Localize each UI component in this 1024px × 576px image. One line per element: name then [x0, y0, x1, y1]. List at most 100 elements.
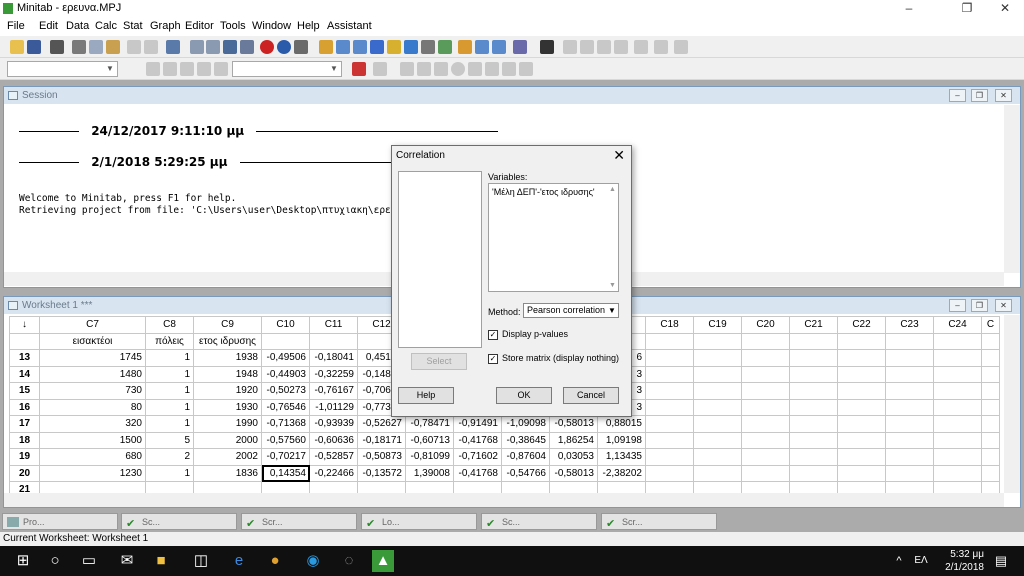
help-button[interactable]: Help — [398, 387, 454, 404]
minimize-button[interactable]: – — [886, 0, 932, 17]
data-cell[interactable]: 1480 — [39, 365, 146, 383]
data-cell[interactable] — [645, 415, 694, 433]
data-cell[interactable] — [837, 415, 886, 433]
data-cell[interactable]: 1 — [145, 365, 194, 383]
data-cell[interactable] — [789, 382, 838, 400]
print-icon[interactable] — [50, 40, 64, 54]
data-cell[interactable] — [645, 464, 694, 482]
column-name-cell[interactable] — [693, 332, 742, 350]
data-cell[interactable]: -2,38202 — [597, 464, 646, 482]
data-cell[interactable]: 1230 — [39, 464, 146, 482]
ok-button[interactable]: OK — [496, 387, 552, 404]
data-cell[interactable]: 1745 — [39, 349, 146, 367]
grid-icon[interactable] — [475, 40, 489, 54]
column-name-cell[interactable]: εισακτέοι — [39, 332, 146, 350]
menu-calc[interactable]: Calc — [95, 20, 117, 32]
data-cell[interactable] — [885, 431, 934, 449]
find-icon[interactable] — [223, 40, 237, 54]
data-cell[interactable]: -0,44903 — [261, 365, 310, 383]
data-cell[interactable] — [885, 349, 934, 367]
data-cell[interactable] — [837, 448, 886, 466]
ribbon-icon[interactable] — [458, 40, 472, 54]
data-cell[interactable] — [741, 349, 790, 367]
column-header[interactable]: C19 — [693, 316, 742, 334]
data-cell[interactable]: -0,76546 — [261, 398, 310, 416]
data-cell[interactable]: -0,58013 — [549, 464, 598, 482]
data-cell[interactable] — [645, 398, 694, 416]
column-name-cell[interactable] — [645, 332, 694, 350]
data-cell[interactable] — [789, 365, 838, 383]
data-cell[interactable]: -0,71368 — [261, 415, 310, 433]
data-cell[interactable]: 320 — [39, 415, 146, 433]
data-cell[interactable]: -0,60713 — [405, 431, 454, 449]
column-header[interactable]: C7 — [39, 316, 146, 334]
data-cell[interactable] — [837, 365, 886, 383]
column-header[interactable]: C11 — [309, 316, 358, 334]
data-cell[interactable]: 680 — [39, 448, 146, 466]
data-cell[interactable]: 1 — [145, 398, 194, 416]
column-name-cell[interactable] — [261, 332, 310, 350]
delete-icon[interactable] — [352, 62, 366, 76]
data-cell[interactable] — [645, 382, 694, 400]
data-cell[interactable]: 2002 — [193, 448, 262, 466]
row-number[interactable]: 20 — [9, 464, 40, 482]
help-icon[interactable] — [277, 40, 291, 54]
data-cell[interactable] — [693, 365, 742, 383]
worksheet-close-button[interactable]: ✕ — [995, 299, 1012, 312]
data-cell[interactable]: -0,52857 — [309, 448, 358, 466]
data-cell[interactable] — [981, 398, 1000, 416]
data-cell[interactable] — [933, 448, 982, 466]
data-cell[interactable] — [837, 349, 886, 367]
data-cell[interactable] — [981, 448, 1000, 466]
data-cell[interactable]: 2 — [145, 448, 194, 466]
column-header[interactable]: C9 — [193, 316, 262, 334]
data-cell[interactable] — [645, 349, 694, 367]
data-cell[interactable]: -0,32259 — [309, 365, 358, 383]
data-cell[interactable] — [981, 365, 1000, 383]
data-cell[interactable]: 1,39008 — [405, 464, 454, 482]
undo-icon[interactable] — [127, 40, 141, 54]
data-cell[interactable] — [933, 464, 982, 482]
close-all-graphs-icon[interactable] — [513, 40, 527, 54]
data-cell[interactable] — [981, 382, 1000, 400]
variables-input[interactable]: 'Μέλη ΔΕΠ'-'ετος ιδρυσης' ▲ ▼ — [488, 183, 619, 292]
data-cell[interactable]: 1920 — [193, 382, 262, 400]
menu-graph[interactable]: Graph — [150, 20, 181, 32]
windows-start-icon[interactable]: ⊞ — [12, 550, 34, 572]
data-cell[interactable] — [789, 431, 838, 449]
data-cell[interactable]: 1 — [145, 415, 194, 433]
save-icon[interactable] — [27, 40, 41, 54]
column-name-cell[interactable] — [981, 332, 1000, 350]
data-cell[interactable] — [933, 382, 982, 400]
menu-editor[interactable]: Editor — [185, 20, 214, 32]
minimized-window-tab[interactable]: ✔ Sc... — [121, 513, 237, 530]
column-name-cell[interactable] — [885, 332, 934, 350]
function-icon[interactable] — [540, 40, 554, 54]
data-cell[interactable]: -0,93939 — [309, 415, 358, 433]
data-cell[interactable]: -0,18171 — [357, 431, 406, 449]
column-header[interactable]: C18 — [645, 316, 694, 334]
system-clock[interactable]: 5:32 μμ 2/1/2018 — [945, 548, 984, 574]
row-number[interactable]: 14 — [9, 365, 40, 383]
data-cell[interactable] — [645, 431, 694, 449]
data-cell[interactable]: 1,13435 — [597, 448, 646, 466]
report-pad-icon[interactable] — [404, 40, 418, 54]
data-cell[interactable] — [981, 415, 1000, 433]
data-cell[interactable]: 1 — [145, 464, 194, 482]
table-icon[interactable] — [492, 40, 506, 54]
column-header[interactable]: C10 — [261, 316, 310, 334]
store-icon[interactable]: ◫ — [190, 550, 212, 572]
data-cell[interactable] — [645, 448, 694, 466]
minitab-taskbar-icon[interactable]: ▲ — [372, 550, 394, 572]
variables-scrollbar[interactable]: ▲ ▼ — [607, 184, 618, 291]
redo-icon[interactable] — [144, 40, 158, 54]
data-cell[interactable]: -0,81099 — [405, 448, 454, 466]
data-cell[interactable] — [885, 365, 934, 383]
down-arrow-icon[interactable] — [206, 40, 220, 54]
menu-assistant[interactable]: Assistant — [327, 20, 372, 32]
info-icon[interactable] — [370, 40, 384, 54]
menu-help[interactable]: Help — [297, 20, 320, 32]
chrome-icon[interactable]: ● — [264, 550, 286, 572]
row-number[interactable]: 16 — [9, 398, 40, 416]
data-cell[interactable]: 0,14354 — [261, 464, 310, 482]
